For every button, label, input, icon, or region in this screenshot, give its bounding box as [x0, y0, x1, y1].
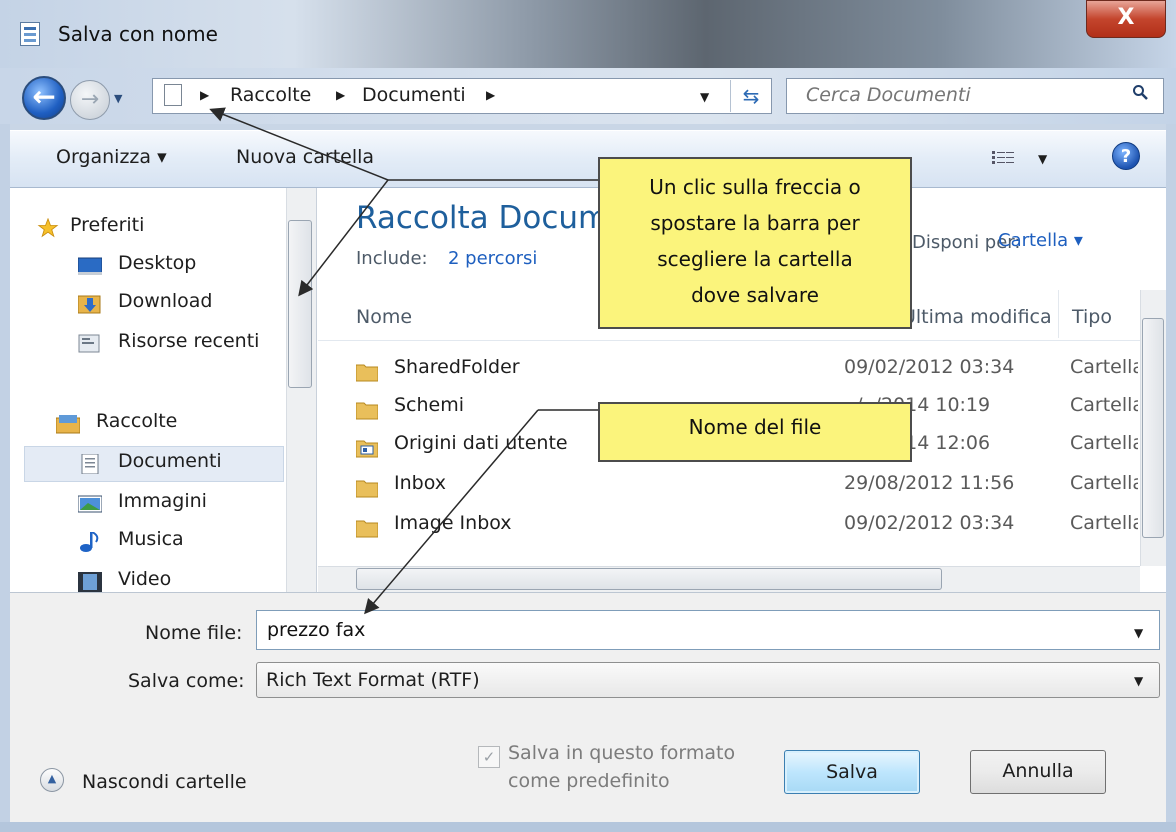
nav-label: Documenti [118, 450, 222, 472]
library-includes-label: Include: [356, 248, 428, 269]
recent-places-icon [78, 334, 100, 353]
file-date: 29/08/2012 11:56 [844, 472, 1015, 494]
arrange-by-dropdown[interactable]: Cartella ▾ [998, 230, 1083, 251]
breadcrumb-raccolte[interactable]: Raccolte [230, 84, 311, 106]
save-as-dropdown-icon[interactable]: ▼ [1134, 674, 1143, 688]
hide-folders-button[interactable]: Nascondi cartelle [82, 771, 247, 793]
address-dropdown-icon[interactable]: ▼ [700, 90, 709, 104]
column-divider[interactable] [1058, 290, 1059, 338]
breadcrumb-arrow-icon[interactable]: ▶ [200, 88, 209, 102]
callout-line: dove salvare [691, 283, 819, 307]
save-as-type-label: Salva come: [128, 670, 245, 692]
nav-scrollbar-thumb[interactable] [288, 220, 312, 388]
cancel-button[interactable]: Annulla [970, 750, 1106, 794]
window-border [1166, 124, 1176, 824]
window-title: Salva con nome [58, 22, 218, 46]
nav-label: Download [118, 290, 213, 312]
close-button[interactable]: X [1086, 0, 1166, 38]
default-format-label: Salva in questo formato [508, 742, 736, 764]
column-header-date[interactable]: Ultima modifica [902, 306, 1052, 328]
music-icon [80, 532, 99, 552]
file-vertical-scrollbar-thumb[interactable] [1142, 318, 1164, 538]
organize-button[interactable]: Organizza ▾ [56, 146, 167, 168]
file-type: Cartella [1070, 356, 1138, 378]
folder-icon [356, 480, 378, 498]
nav-label: Immagini [118, 490, 207, 512]
save-as-type-value: Rich Text Format (RTF) [266, 669, 480, 691]
nav-label: Musica [118, 528, 184, 550]
file-name: Origini dati utente [394, 432, 568, 454]
refresh-icon[interactable]: ⇆ [730, 80, 771, 112]
filename-label: Nome file: [145, 622, 243, 644]
folder-icon [356, 402, 378, 420]
window-border [0, 822, 1176, 832]
document-icon [20, 22, 40, 46]
folder-icon [356, 520, 378, 538]
nav-label: Desktop [118, 252, 197, 274]
callout-line: Un clic sulla freccia o [649, 175, 861, 199]
default-format-checkbox[interactable]: ✓ [478, 746, 500, 768]
documents-icon [81, 454, 99, 474]
breadcrumb-arrow-icon[interactable]: ▶ [336, 88, 345, 102]
window-border [0, 124, 10, 824]
file-name: Image Inbox [394, 512, 512, 534]
folder-icon [356, 364, 378, 382]
new-folder-button[interactable]: Nuova cartella [236, 146, 374, 168]
breadcrumb-documenti[interactable]: Documenti [362, 84, 466, 106]
nav-label: Risorse recenti [118, 330, 260, 352]
file-row[interactable]: SharedFolder 09/02/2012 03:34 Cartella [356, 356, 1138, 394]
chevron-up-icon[interactable]: ▲ [40, 768, 64, 792]
library-icon [164, 84, 182, 106]
search-input[interactable] [806, 84, 1106, 106]
column-header-name[interactable]: Nome [356, 306, 412, 328]
filename-dropdown-icon[interactable]: ▼ [1134, 626, 1143, 640]
view-options-icon[interactable] [992, 150, 1014, 166]
file-type: Cartella [1070, 432, 1138, 454]
file-date: 09/02/2012 03:34 [844, 356, 1015, 378]
save-button[interactable]: Salva [784, 750, 920, 794]
file-type: Cartella [1070, 512, 1138, 534]
nav-label: Preferiti [70, 214, 145, 236]
file-type: Cartella [1070, 472, 1138, 494]
history-dropdown-icon[interactable]: ▼ [114, 92, 122, 105]
callout-folder-hint: Un clic sulla freccia o spostare la barr… [598, 157, 912, 329]
search-icon[interactable] [1132, 84, 1148, 100]
library-locations-link[interactable]: 2 percorsi [448, 248, 537, 269]
star-icon [37, 218, 59, 238]
file-row[interactable]: Inbox 29/08/2012 11:56 Cartella [356, 472, 1138, 510]
video-icon [78, 572, 102, 592]
forward-button[interactable]: → [70, 80, 110, 120]
file-name: SharedFolder [394, 356, 520, 378]
download-folder-icon [78, 295, 101, 314]
special-folder-icon [356, 440, 378, 458]
file-horizontal-scrollbar-thumb[interactable] [356, 568, 942, 590]
pictures-icon [78, 495, 102, 513]
file-name: Inbox [394, 472, 446, 494]
file-type: Cartella [1070, 394, 1138, 416]
nav-label: Video [118, 568, 172, 590]
desktop-icon [78, 257, 102, 275]
column-header-type[interactable]: Tipo [1072, 306, 1112, 328]
file-date: 09/02/2012 03:34 [844, 512, 1015, 534]
back-button[interactable]: ← [22, 76, 66, 120]
callout-line: scegliere la cartella [657, 247, 853, 271]
breadcrumb-arrow-icon[interactable]: ▶ [486, 88, 495, 102]
nav-label: Raccolte [96, 410, 178, 432]
help-icon[interactable]: ? [1112, 142, 1140, 170]
filename-input[interactable] [256, 610, 1160, 650]
libraries-icon [56, 415, 80, 434]
file-name: Schemi [394, 394, 465, 416]
default-format-label: come predefinito [508, 770, 670, 792]
file-row[interactable]: Image Inbox 09/02/2012 03:34 Cartella [356, 512, 1138, 550]
view-dropdown-icon[interactable]: ▼ [1038, 152, 1047, 166]
callout-line: spostare la barra per [650, 211, 860, 235]
callout-filename-hint: Nome del file [598, 402, 912, 462]
